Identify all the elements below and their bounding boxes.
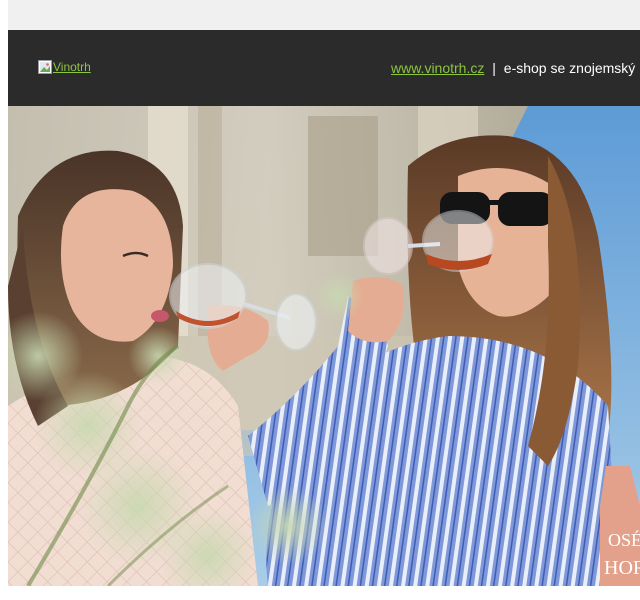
header-tagline: e-shop se znojemský (503, 60, 636, 76)
top-spacer (8, 0, 640, 30)
logo-link[interactable]: Vinotrh (38, 60, 91, 74)
header-info: www.vinotrh.cz | e-shop se znojemský (391, 60, 635, 76)
logo-alt-text: Vinotrh (53, 60, 91, 74)
hero-image: OSÉ HOR (8, 106, 640, 586)
site-link[interactable]: www.vinotrh.cz (391, 60, 484, 76)
separator: | (492, 60, 496, 76)
bottle-label-top: OSÉ (608, 529, 640, 550)
broken-image-icon (38, 60, 52, 74)
bottom-spacer (0, 586, 640, 600)
hero-photo: OSÉ HOR (8, 106, 640, 586)
email-page: Vinotrh www.vinotrh.cz | e-shop se znoje… (0, 0, 640, 600)
bottle-label-bottom: HOR (604, 557, 640, 579)
email-header: Vinotrh www.vinotrh.cz | e-shop se znoje… (8, 30, 640, 106)
